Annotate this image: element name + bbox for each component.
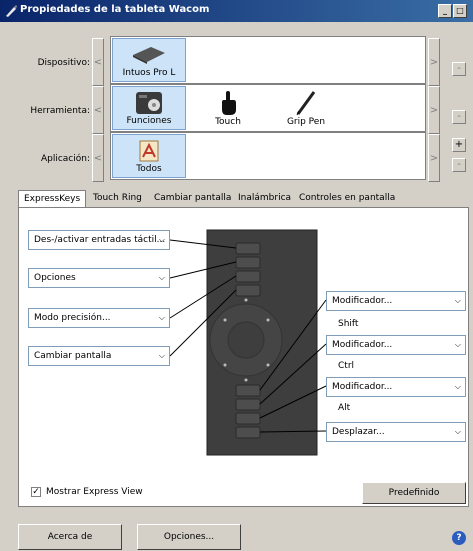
expresskey-1-dropdown[interactable]: Des-/activar entradas táctil... ⌵	[28, 230, 170, 250]
expresskey-6-modifier: Ctrl	[338, 361, 355, 371]
touch-ring-center[interactable]	[227, 321, 265, 359]
expresskey-7-value: Modificador...	[332, 382, 393, 392]
expresskey-2[interactable]	[235, 256, 261, 269]
default-button[interactable]: Predefinido	[362, 482, 466, 504]
expresskey-4-value: Cambiar pantalla	[34, 351, 112, 361]
expresskey-5-modifier: Shift	[338, 319, 359, 329]
expresskey-7-dropdown[interactable]: Modificador... ⌵	[326, 377, 466, 397]
chevron-down-icon: ⌵	[454, 296, 461, 305]
chevron-down-icon: ⌵	[454, 382, 461, 391]
expresskey-3[interactable]	[235, 270, 261, 283]
expresskey-8[interactable]	[235, 426, 261, 439]
help-icon[interactable]: ?	[452, 531, 466, 545]
expresskey-7-modifier: Alt	[338, 403, 351, 413]
expresskey-5[interactable]	[235, 384, 261, 397]
expresskey-3-dropdown[interactable]: Modo precisión... ⌵	[28, 308, 170, 328]
expresskey-1-value: Des-/activar entradas táctil...	[34, 235, 166, 245]
chevron-down-icon: ⌵	[158, 313, 165, 322]
expresskey-4[interactable]	[235, 284, 261, 297]
show-express-view-label: Mostrar Express View	[46, 487, 143, 497]
expresskey-4-dropdown[interactable]: Cambiar pantalla ⌵	[28, 346, 170, 366]
expresskey-8-value: Desplazar...	[332, 427, 385, 437]
expresskey-6-dropdown[interactable]: Modificador... ⌵	[326, 335, 466, 355]
chevron-down-icon: ⌵	[158, 235, 165, 244]
about-button[interactable]: Acerca de	[18, 524, 122, 550]
expresskey-7[interactable]	[235, 412, 261, 425]
expresskey-8-dropdown[interactable]: Desplazar... ⌵	[326, 422, 466, 442]
expresskey-1[interactable]	[235, 242, 261, 255]
expresskey-2-dropdown[interactable]: Opciones ⌵	[28, 268, 170, 288]
expresskey-5-value: Modificador...	[332, 296, 393, 306]
options-button[interactable]: Opciones...	[137, 524, 241, 550]
expresskey-3-value: Modo precisión...	[34, 313, 111, 323]
chevron-down-icon: ⌵	[158, 273, 165, 282]
chevron-down-icon: ⌵	[454, 427, 461, 436]
chevron-down-icon: ⌵	[158, 351, 165, 360]
expresskey-2-value: Opciones	[34, 273, 76, 283]
expresskey-6-value: Modificador...	[332, 340, 393, 350]
chevron-down-icon: ⌵	[454, 340, 461, 349]
show-express-view-checkbox[interactable]: ✓	[31, 487, 41, 497]
expresskey-5-dropdown[interactable]: Modificador... ⌵	[326, 291, 466, 311]
expresskey-6[interactable]	[235, 398, 261, 411]
